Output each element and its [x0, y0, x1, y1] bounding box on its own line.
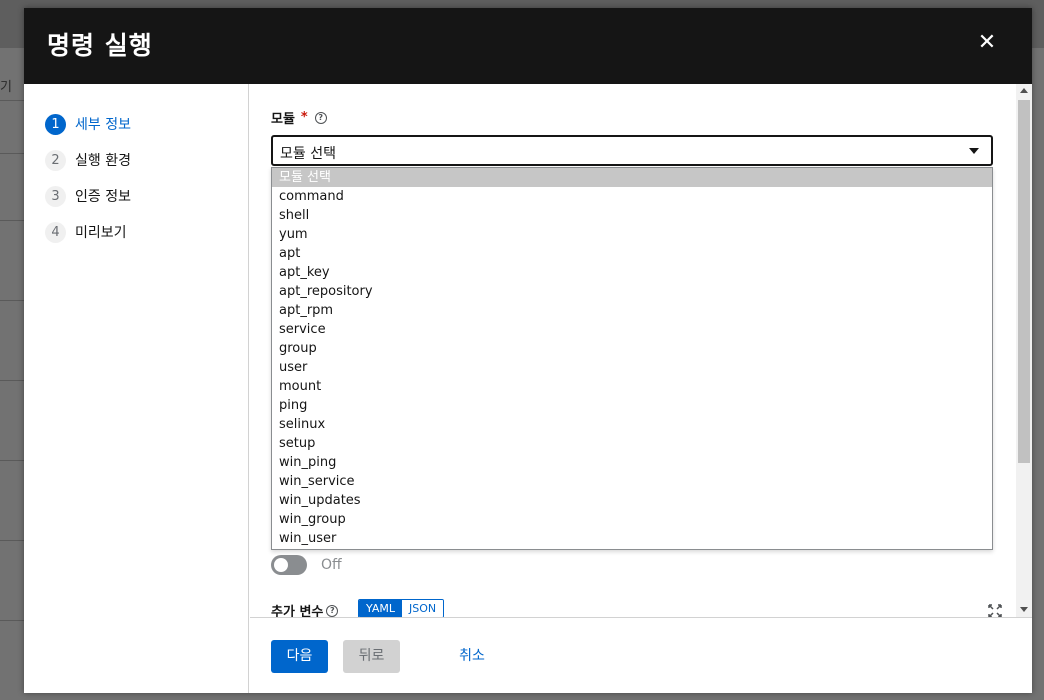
- module-option[interactable]: shell: [272, 206, 992, 225]
- module-option[interactable]: group: [272, 339, 992, 358]
- cancel-button[interactable]: 취소: [450, 640, 494, 673]
- step-label: 세부 정보: [75, 117, 131, 133]
- module-option[interactable]: win_ping: [272, 453, 992, 472]
- module-option[interactable]: service: [272, 320, 992, 339]
- wizard-footer: 다음 뒤로 취소: [250, 617, 1032, 693]
- toggle-knob: [274, 558, 288, 572]
- module-select-value: 모듈 선택: [280, 146, 336, 162]
- module-option[interactable]: selinux: [272, 415, 992, 434]
- wizard-step-details[interactable]: 1 세부 정보: [45, 113, 131, 135]
- module-option[interactable]: apt_rpm: [272, 301, 992, 320]
- step-label: 인증 정보: [75, 189, 131, 205]
- help-icon[interactable]: ?: [314, 111, 327, 124]
- close-icon[interactable]: ✕: [974, 30, 1000, 56]
- module-option[interactable]: apt_repository: [272, 282, 992, 301]
- background-divider: [0, 220, 24, 221]
- body-scrollbar[interactable]: [1016, 84, 1032, 617]
- format-toggle-group: YAML JSON: [358, 599, 445, 617]
- module-option[interactable]: win_group: [272, 510, 992, 529]
- step-number: 1: [45, 113, 66, 135]
- module-option[interactable]: win_service: [272, 472, 992, 491]
- step-number: 2: [45, 149, 66, 171]
- wizard-step-credentials[interactable]: 3 인증 정보: [45, 185, 131, 207]
- yaml-toggle-button[interactable]: YAML: [359, 600, 403, 617]
- step-number: 4: [45, 221, 66, 243]
- caret-down-icon: [969, 148, 979, 154]
- background-divider: [0, 380, 24, 381]
- module-option[interactable]: command: [272, 187, 992, 206]
- background-divider: [0, 620, 24, 621]
- scroll-thumb[interactable]: [1018, 100, 1030, 463]
- required-marker: *: [300, 110, 308, 125]
- background-text-fragment: 기: [0, 80, 12, 95]
- extra-vars-label-text: 추가 변수: [271, 605, 324, 617]
- background-divider: [0, 300, 24, 301]
- toggle-state-label: Off: [321, 557, 342, 573]
- module-field-label: 모듈 * ?: [271, 108, 327, 127]
- privilege-toggle[interactable]: [271, 555, 307, 575]
- wizard-step-preview[interactable]: 4 미리보기: [45, 221, 127, 243]
- module-option[interactable]: apt_key: [272, 263, 992, 282]
- step-label: 실행 환경: [75, 153, 131, 169]
- wizard-body: 모듈 * ? 모듈 선택 모듈 선택 command shell yum apt…: [250, 84, 1032, 617]
- background-divider: [0, 100, 24, 101]
- module-option[interactable]: setup: [272, 434, 992, 453]
- module-option[interactable]: win_updates: [272, 491, 992, 510]
- wizard-nav: 1 세부 정보 2 실행 환경 3 인증 정보 4 미리보기: [24, 84, 249, 693]
- module-option[interactable]: yum: [272, 225, 992, 244]
- modal-title: 명령 실행: [47, 31, 153, 60]
- next-button[interactable]: 다음: [271, 640, 328, 673]
- background-divider: [0, 540, 24, 541]
- module-dropdown-list: 모듈 선택 command shell yum apt apt_key apt_…: [271, 167, 993, 550]
- help-icon[interactable]: ?: [326, 604, 339, 617]
- module-option[interactable]: mount: [272, 377, 992, 396]
- scroll-down-arrow-icon[interactable]: [1020, 607, 1028, 612]
- background-divider: [0, 153, 24, 154]
- run-command-modal: 명령 실행 ✕ 1 세부 정보 2 실행 환경 3 인증 정보 4 미리보기 모…: [24, 8, 1032, 693]
- module-option[interactable]: ping: [272, 396, 992, 415]
- back-button[interactable]: 뒤로: [343, 640, 400, 673]
- module-option[interactable]: 모듈 선택: [272, 168, 992, 187]
- json-toggle-button[interactable]: JSON: [402, 600, 444, 617]
- module-option[interactable]: user: [272, 358, 992, 377]
- module-option[interactable]: win_user: [272, 529, 992, 548]
- step-number: 3: [45, 185, 66, 207]
- background-divider: [0, 460, 24, 461]
- expand-icon[interactable]: [988, 604, 1002, 617]
- wizard-step-execution-environment[interactable]: 2 실행 환경: [45, 149, 131, 171]
- module-option[interactable]: apt: [272, 244, 992, 263]
- extra-vars-label: 추가 변수 ?: [271, 601, 339, 617]
- module-label-text: 모듈: [271, 112, 295, 127]
- modal-header: 명령 실행 ✕: [24, 8, 1032, 84]
- step-label: 미리보기: [75, 225, 127, 241]
- module-select[interactable]: 모듈 선택: [271, 135, 993, 166]
- scroll-up-arrow-icon[interactable]: [1020, 88, 1028, 93]
